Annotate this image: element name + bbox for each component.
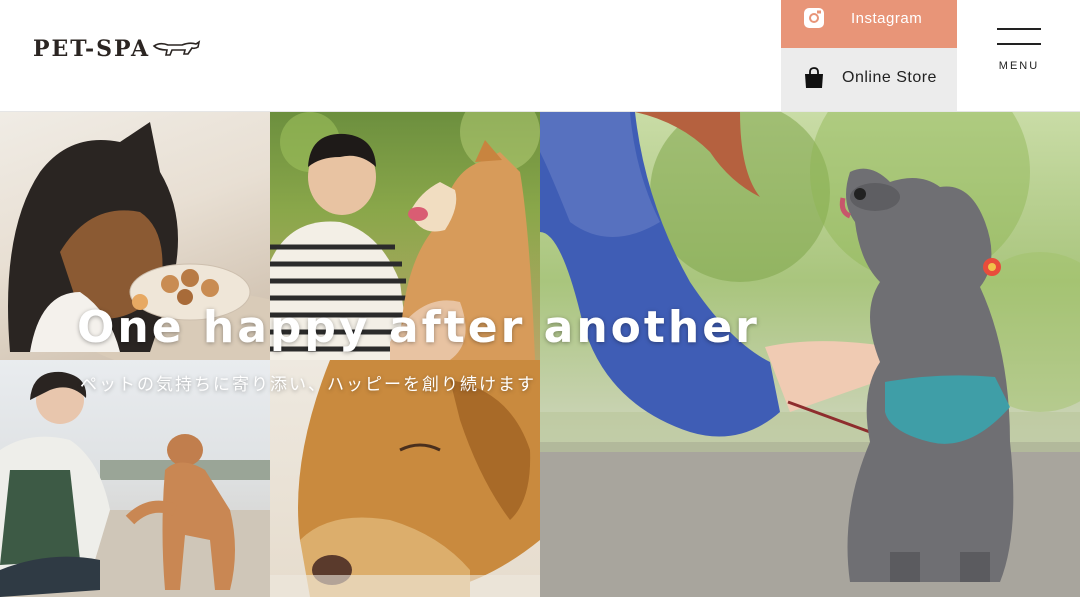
photo-woman-with-poodle [0, 360, 270, 597]
logo-text: PET-SPA [33, 36, 151, 62]
hero-subline: ペットの気持ちに寄り添い、ハッピーを創り続けます [80, 375, 536, 395]
instagram-label: Instagram [851, 10, 923, 27]
hero-headline: One happy after another [77, 302, 760, 353]
menu-bar-bottom [997, 43, 1041, 45]
shopping-bag-icon [805, 67, 823, 88]
site-logo[interactable]: PET-SPA [33, 36, 202, 62]
instagram-icon [804, 8, 824, 28]
golden-retriever-illustration [270, 360, 540, 597]
dog-logo-icon [152, 40, 201, 56]
menu-label: MENU [998, 60, 1040, 72]
online-store-label: Online Store [842, 69, 937, 86]
instagram-link[interactable]: Instagram [781, 0, 957, 48]
woman-poodle-illustration [0, 371, 270, 597]
gray-poodle-illustration [540, 112, 1080, 597]
hero-section: One happy after another ペットの気持ちに寄り添い、ハッピ… [0, 112, 1080, 597]
online-store-link[interactable]: Online Store [781, 48, 957, 111]
menu-bar-top [997, 28, 1041, 30]
photo-person-petting-gray-poodle [540, 112, 1080, 597]
site-header: PET-SPA Instagram Online Store MENU [0, 0, 1080, 112]
menu-button[interactable]: MENU [992, 26, 1044, 76]
photo-sleeping-golden-retriever [270, 360, 540, 597]
